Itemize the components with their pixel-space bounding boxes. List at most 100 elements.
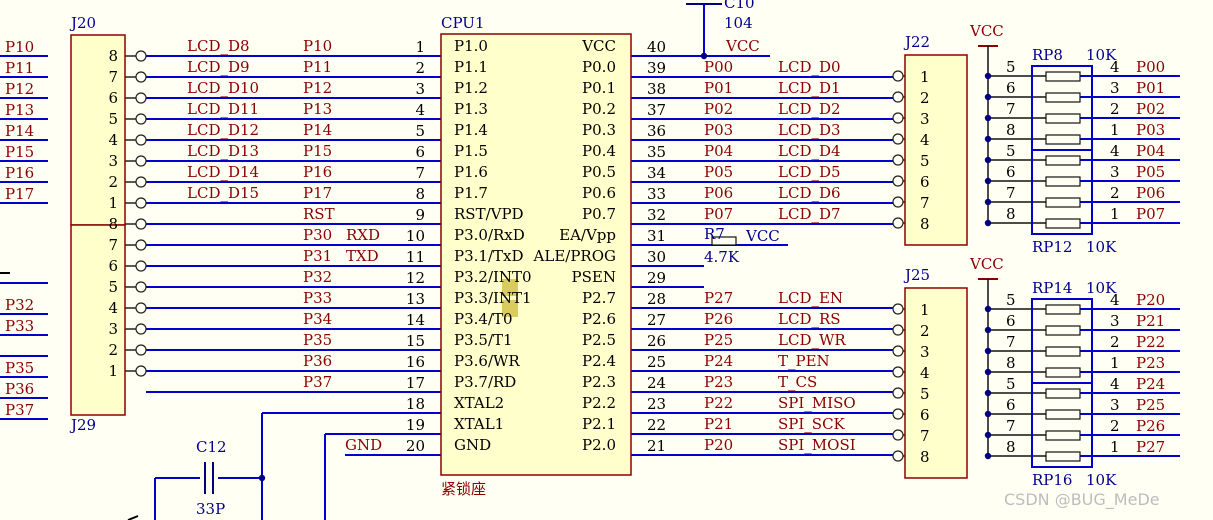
j20-pin-number: 3 [108,152,118,170]
cpu-pin-number: 18 [406,395,425,413]
lcd-label: LCD_D12 [187,121,259,139]
j22-ref: J22 [903,33,930,51]
rp-top-junction [984,93,992,101]
cpu-pin-name: ALE/PROG [533,247,616,265]
lcd-label: T_CS [778,373,817,391]
net-label-gnd: GND [345,436,382,454]
j25-pin-number: 7 [920,427,930,445]
j22-body [904,54,968,246]
cpu-pin-name: P1.3 [454,100,488,118]
rp-top-right-num: 3 [1110,163,1120,181]
rp-top-junction [984,114,992,122]
rp-top-resistor [1045,155,1081,166]
rp-top-junction [984,72,992,80]
net-label: P24 [704,352,733,370]
rp-top-right-num: 2 [1110,100,1120,118]
lcd-label: LCD_D0 [778,58,841,76]
cpu-pin-name: P0.0 [582,58,616,76]
rp-top-left-num: 6 [1006,79,1016,97]
rp-bot-net-label: P23 [1136,354,1165,372]
rp-bot-ref-a: RP14 [1032,279,1072,297]
j20-ref: J20 [69,14,96,32]
j29-pin-number: 7 [108,236,118,254]
j22-pin-number: 6 [920,173,930,191]
lcd-label: LCD_D8 [187,37,250,55]
rp-top-junction [984,135,992,143]
net-label-alt: RXD [346,226,380,244]
cpu-pin-name: P2.6 [582,310,616,328]
j22-pin-circle [892,91,904,103]
lcd-label: LCD_D9 [187,58,250,76]
cpu-pin-number: 34 [647,164,666,182]
j29-pin-number: 5 [108,278,118,296]
header-pin-circle [135,365,147,377]
cpu-pin-number: 8 [415,185,425,203]
rp-top-right-num: 4 [1110,142,1120,160]
cpu-pin-number: 20 [406,437,425,455]
j29-pin-number: 3 [108,320,118,338]
c12-junction [258,474,266,482]
j25-pin-number: 1 [920,301,930,319]
rp-bot-left-num: 5 [1006,291,1016,309]
net-label: P01 [704,79,733,97]
j25-pin-circle [892,450,904,462]
cpu-pin-name: P1.1 [454,58,488,76]
j22-pin-number: 5 [920,152,930,170]
cpu-pin-name: P3.1/TxD [454,247,524,265]
rp-bot-resistor [1045,451,1081,462]
rp-top-left-num: 6 [1006,163,1016,181]
lcd-label: LCD_RS [778,310,841,328]
net-label: P10 [303,37,332,55]
j20-pin-number: 1 [108,194,118,212]
cpu-pin-name: P0.4 [582,142,616,160]
header-pin-circle [135,71,147,83]
j20-pin-number: 4 [108,131,118,149]
rp-bot-vcc-label: VCC [969,255,1004,273]
cpu-socket-label: 紧锁座 [441,480,486,498]
rp-top-right-num: 2 [1110,184,1120,202]
cpu-pin-name: GND [454,436,491,454]
net-label: P21 [704,415,733,433]
rp-bot-right-num: 2 [1110,417,1120,435]
rp-bot-resistor [1045,430,1081,441]
watermark: CSDN @BUG_MeDe [1004,490,1160,510]
cpu-pin-number: 19 [406,416,425,434]
rp-top-value-b: 10K [1086,238,1117,256]
header-pin-circle [135,218,147,230]
cpu-pin-number: 28 [647,290,666,308]
cpu-pin-number: 4 [415,101,425,119]
j20-pin-number: 2 [108,173,118,191]
net-label: P33 [303,289,332,307]
j29-pin-number: 4 [108,299,118,317]
cpu-pin-number: 5 [415,122,425,140]
j25-body [904,287,968,479]
ext-net-label: P32 [5,296,34,314]
j25-pin-number: 8 [920,448,930,466]
rp-bot-value-b: 10K [1086,471,1117,489]
cpu-pin-number: 39 [647,59,666,77]
cpu-pin-number: 16 [406,353,425,371]
j25-pin-number: 5 [920,385,930,403]
cpu-pin-name: P3.2/INT0 [454,268,532,286]
cpu-pin-number: 11 [406,248,425,266]
lcd-label: LCD_D3 [778,121,841,139]
j29-ref: J29 [69,416,96,434]
cpu-pin-name: P0.1 [582,79,616,97]
cpu-pin-name: P3.5/T1 [454,331,513,349]
cpu-pin-name: P2.1 [582,415,616,433]
j22-pin-number: 8 [920,215,930,233]
rp-bot-junction [984,326,992,334]
j22-pin-circle [892,175,904,187]
cpu-pin-number: 31 [647,227,666,245]
j29-pin-number: 1 [108,362,118,380]
net-label: P15 [303,142,332,160]
rp-top-resistor [1045,71,1081,82]
cpu-pin-name: P0.2 [582,100,616,118]
cpu-pin-number: 22 [647,416,666,434]
net-label: P25 [704,331,733,349]
c12-ref: C12 [196,438,227,456]
rp-top-junction [984,177,992,185]
cpu-pin-name: P3.6/WR [454,352,520,370]
rp-top-left-num: 7 [1006,184,1016,202]
net-label: P02 [704,100,733,118]
